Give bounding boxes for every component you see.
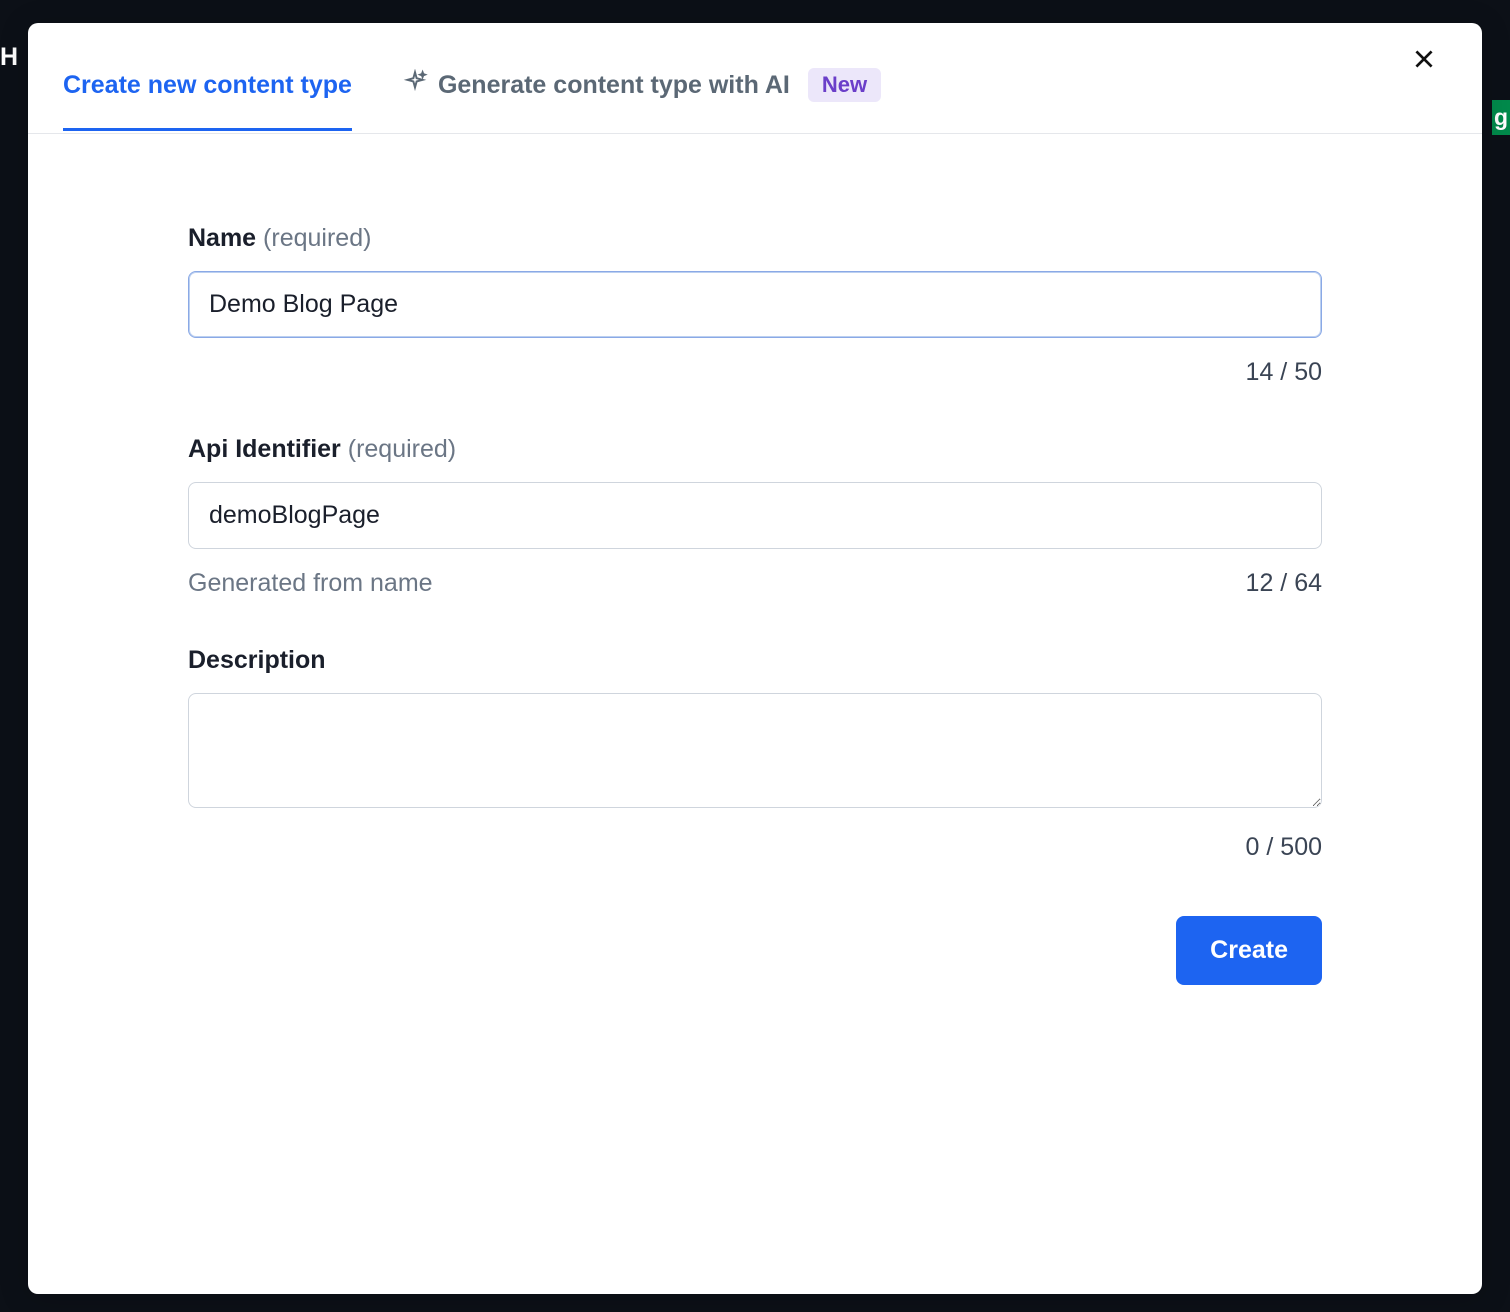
close-icon xyxy=(1411,46,1437,75)
form-actions: Create xyxy=(188,916,1322,985)
background-hint-left: H xyxy=(0,43,18,72)
api-id-label: Api Identifier xyxy=(188,435,341,463)
api-id-label-row: Api Identifier (required) xyxy=(188,435,1322,464)
description-input[interactable] xyxy=(188,693,1322,808)
description-counter: 0 / 500 xyxy=(1246,833,1322,862)
modal-tabs: Create new content type Generate content… xyxy=(28,23,1482,134)
create-content-type-modal: Create new content type Generate content… xyxy=(28,23,1482,1294)
create-button[interactable]: Create xyxy=(1176,916,1322,985)
content-type-form: Name (required) 14 / 50 Api Identifier (… xyxy=(28,134,1482,985)
name-label-row: Name (required) xyxy=(188,224,1322,253)
background-hint-right: g xyxy=(1492,100,1510,135)
close-button[interactable] xyxy=(1402,38,1446,82)
api-id-counter: 12 / 64 xyxy=(1246,569,1322,598)
api-id-input[interactable] xyxy=(188,482,1322,549)
description-label-row: Description xyxy=(188,646,1322,675)
name-label: Name xyxy=(188,224,256,252)
description-helper-row: 0 / 500 xyxy=(188,833,1322,862)
tab-create-content-type[interactable]: Create new content type xyxy=(63,71,352,131)
api-id-required-label: (required) xyxy=(348,435,456,463)
name-helper-row: 14 / 50 xyxy=(188,358,1322,387)
name-counter: 14 / 50 xyxy=(1246,358,1322,387)
tab-label: Create new content type xyxy=(63,71,352,100)
api-id-helper-row: Generated from name 12 / 64 xyxy=(188,569,1322,598)
api-id-field-group: Api Identifier (required) Generated from… xyxy=(188,435,1322,598)
sparkle-icon xyxy=(402,69,428,102)
tab-label: Generate content type with AI xyxy=(438,71,790,100)
name-input[interactable] xyxy=(188,271,1322,338)
name-field-group: Name (required) 14 / 50 xyxy=(188,224,1322,387)
tab-generate-ai[interactable]: Generate content type with AI New xyxy=(402,68,881,133)
new-badge: New xyxy=(808,68,881,102)
description-field-group: Description 0 / 500 xyxy=(188,646,1322,862)
name-required-label: (required) xyxy=(263,224,371,252)
api-id-helper-text: Generated from name xyxy=(188,569,433,598)
description-label: Description xyxy=(188,646,326,674)
